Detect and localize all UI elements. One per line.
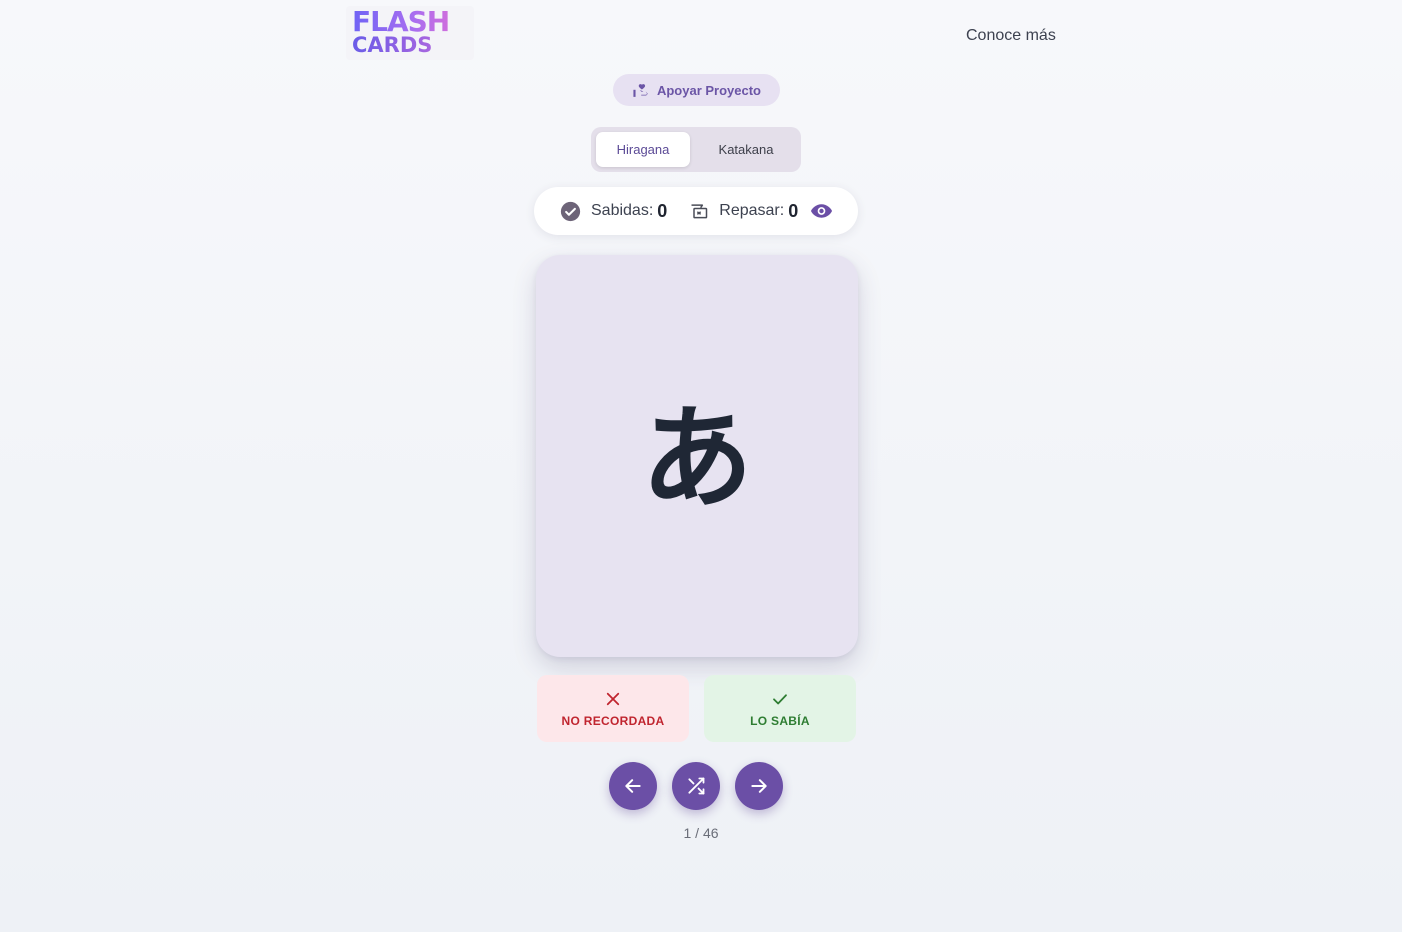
logo-text-flash: FLASH	[352, 8, 474, 36]
known-stat: Sabidas: 0	[560, 201, 667, 222]
shuffle-button[interactable]	[672, 762, 720, 810]
tab-katakana[interactable]: Katakana	[696, 132, 796, 167]
shuffle-icon	[688, 777, 705, 795]
show-review-button[interactable]	[810, 203, 833, 219]
known-count: 0	[657, 200, 668, 221]
logo-text-cards: CARDS	[352, 34, 474, 56]
arrow-left-icon	[625, 779, 641, 793]
check-icon	[773, 693, 787, 704]
eye-icon	[811, 204, 833, 218]
flashcard[interactable]: あ	[536, 255, 858, 657]
close-icon	[606, 692, 620, 705]
check-circle-icon	[560, 201, 581, 221]
review-label: Repasar:	[719, 202, 785, 219]
knew-it-label: LO SABÍA	[750, 713, 810, 728]
learn-more-link[interactable]: Conoce más	[966, 27, 1056, 45]
card-character: あ	[641, 394, 753, 524]
support-project-label: Apoyar Proyecto	[656, 82, 762, 98]
not-remembered-button[interactable]: NO RECORDADA	[537, 675, 689, 742]
review-count: 0	[788, 200, 799, 221]
app-logo[interactable]: FLASH CARDS	[346, 6, 474, 60]
stats-bar: Sabidas: 0 Repasar: 0	[534, 187, 858, 235]
hand-heart-icon	[633, 83, 648, 97]
script-tabs: Hiragana Katakana	[591, 127, 801, 172]
card-counter: 1 / 46	[683, 825, 719, 841]
known-label: Sabidas:	[591, 202, 654, 219]
tab-hiragana[interactable]: Hiragana	[596, 132, 690, 167]
not-remembered-label: NO RECORDADA	[561, 713, 665, 728]
review-stat: Repasar: 0	[689, 201, 798, 222]
previous-card-button[interactable]	[609, 762, 657, 810]
support-project-button[interactable]: Apoyar Proyecto	[613, 74, 780, 106]
arrow-right-icon	[751, 779, 767, 793]
knew-it-button[interactable]: LO SABÍA	[704, 675, 856, 742]
next-card-button[interactable]	[735, 762, 783, 810]
review-cards-icon	[691, 204, 708, 219]
